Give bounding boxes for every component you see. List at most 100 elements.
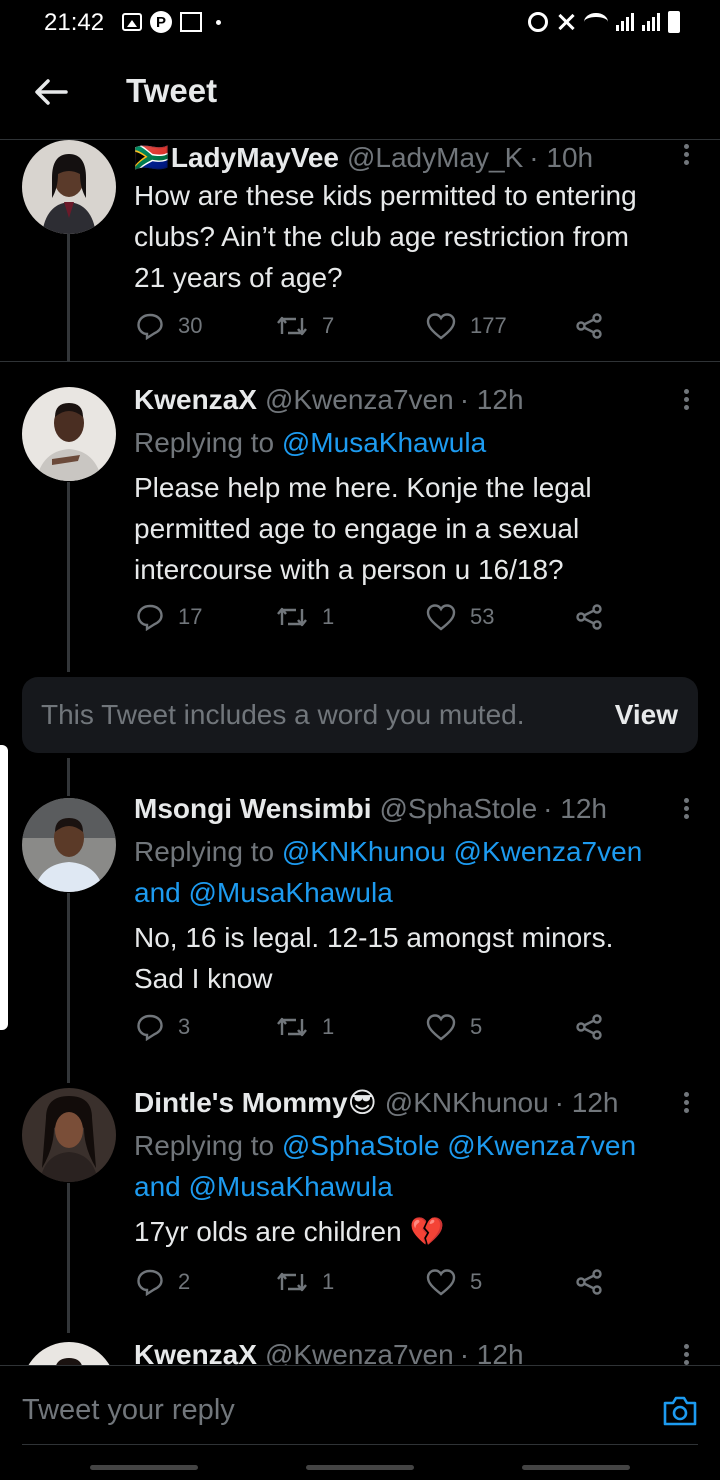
share-button[interactable]	[574, 1013, 604, 1041]
author-name[interactable]: KwenzaX	[134, 1342, 257, 1365]
nav-home-indicator[interactable]	[306, 1465, 414, 1470]
reply-button[interactable]: 2	[136, 1268, 190, 1296]
mention-link[interactable]: @SphaStole	[282, 1130, 440, 1161]
tweet-text-line: 17yr olds are children	[134, 1216, 402, 1247]
retweet-icon	[277, 607, 307, 627]
retweet-icon	[277, 1017, 307, 1037]
avatar[interactable]	[22, 140, 116, 234]
like-button[interactable]: 5	[426, 1013, 482, 1041]
share-button[interactable]	[574, 603, 604, 631]
tweet-time: · 12h	[543, 793, 607, 824]
status-time: 21:42	[44, 9, 105, 36]
tweet-time: · 12h	[459, 1342, 524, 1365]
reply-icon	[137, 604, 163, 631]
avatar[interactable]	[22, 798, 116, 892]
view-muted-button[interactable]: View	[615, 699, 678, 731]
retweet-button[interactable]: 7	[276, 312, 334, 340]
tweet-header: KwenzaX @Kwenza7ven · 12h	[134, 1342, 704, 1365]
replying-to-label: Replying to	[134, 427, 275, 458]
author-handle[interactable]: @Kwenza7ven	[265, 1342, 454, 1365]
like-button[interactable]: 5	[426, 1268, 482, 1296]
like-count: 53	[470, 604, 495, 629]
avatar[interactable]	[22, 1342, 116, 1365]
mention-link[interactable]: @KNKhunou	[282, 836, 446, 867]
avatar-photo-icon	[22, 798, 116, 892]
more-options-icon[interactable]	[684, 798, 690, 822]
author-name[interactable]: Dintle's Mommy	[134, 1088, 348, 1118]
share-button[interactable]	[574, 1268, 604, 1296]
notification-icons: P	[122, 10, 221, 34]
mention-link[interactable]: @MusaKhawula	[282, 427, 486, 458]
author-name[interactable]: KwenzaX	[134, 385, 257, 415]
retweet-button[interactable]: 1	[276, 1013, 334, 1041]
avatar[interactable]	[22, 387, 116, 481]
avatar[interactable]	[22, 1088, 116, 1182]
muted-notice-text: This Tweet includes a word you muted.	[41, 699, 525, 730]
tweet[interactable]: KwenzaX @Kwenza7ven · 12h Replying to @M…	[0, 385, 720, 677]
share-icon	[576, 604, 602, 630]
reply-button[interactable]: 30	[136, 312, 202, 340]
tweet-text: Please help me here. Konje the legal per…	[134, 467, 704, 590]
reply-icon	[137, 313, 163, 340]
mention-link[interactable]: @MusaKhawula	[189, 877, 393, 908]
tweet[interactable]: KwenzaX @Kwenza7ven · 12h	[0, 1342, 720, 1365]
tweet-text-line: clubs? Ain’t the club age restriction fr…	[134, 221, 629, 252]
replying-to: Replying to @SphaStole @Kwenza7ven and @…	[134, 1125, 704, 1207]
tweet-content: Msongi Wensimbi @SphaStole · 12h Replyin…	[134, 794, 704, 999]
author-handle[interactable]: @SphaStole	[380, 794, 538, 824]
mention-link[interactable]: @MusaKhawula	[189, 1171, 393, 1202]
retweet-icon	[277, 1272, 307, 1292]
more-options-icon[interactable]	[684, 389, 690, 413]
tweet[interactable]: Dintle's Mommy 😎 @KNKhunou · 12h Replyin…	[0, 1088, 720, 1318]
status-bar: 21:42 P	[0, 0, 720, 44]
top-app-bar: Tweet	[0, 44, 720, 140]
sunglasses-emoji: 😎	[347, 1087, 377, 1118]
tweet-content: 🇿🇦 LadyMayVee @LadyMay_K · 10h How are t…	[134, 143, 704, 298]
nav-recents-indicator[interactable]	[90, 1465, 198, 1470]
tweet[interactable]: Msongi Wensimbi @SphaStole · 12h Replyin…	[0, 794, 720, 1063]
more-options-icon[interactable]	[684, 1344, 690, 1365]
back-arrow-icon[interactable]	[30, 72, 70, 112]
mention-joiner: and	[134, 877, 181, 908]
reply-button[interactable]: 3	[136, 1013, 190, 1041]
more-options-icon[interactable]	[684, 1092, 690, 1116]
author-handle[interactable]: @LadyMay_K	[347, 143, 523, 173]
tweet-header: KwenzaX @Kwenza7ven · 12h	[134, 385, 704, 415]
tweet-content: Dintle's Mommy 😎 @KNKhunou · 12h Replyin…	[134, 1088, 704, 1252]
reply-icon	[137, 1269, 163, 1296]
author-name[interactable]: LadyMayVee	[171, 143, 339, 173]
tweet-time: · 12h	[554, 1087, 619, 1118]
reply-button[interactable]: 17	[136, 603, 202, 631]
retweet-button[interactable]: 1	[276, 1268, 334, 1296]
tweet[interactable]: 🇿🇦 LadyMayVee @LadyMay_K · 10h How are t…	[0, 140, 720, 362]
more-options-icon[interactable]	[684, 144, 690, 168]
like-button[interactable]: 53	[426, 603, 494, 631]
tweet-actions: 2 1 5	[134, 1268, 604, 1302]
reply-input[interactable]: Tweet your reply	[22, 1394, 235, 1427]
camera-icon[interactable]	[662, 1395, 698, 1427]
like-button[interactable]: 177	[426, 312, 507, 340]
heart-icon	[426, 313, 456, 340]
tweet-text-line: Sad I know	[134, 963, 273, 994]
reply-count: 2	[178, 1269, 191, 1294]
reply-count: 17	[178, 604, 203, 629]
author-handle[interactable]: @KNKhunou	[385, 1088, 549, 1118]
nav-back-indicator[interactable]	[522, 1465, 630, 1470]
retweet-button[interactable]: 1	[276, 603, 334, 631]
share-icon	[576, 1014, 602, 1040]
avatar-photo-icon	[22, 1342, 116, 1365]
author-handle[interactable]: @Kwenza7ven	[265, 385, 454, 415]
replying-to-label: Replying to	[134, 1130, 275, 1161]
composer-divider	[22, 1444, 698, 1445]
tweet-text-line: No, 16 is legal. 12-15 amongst minors.	[134, 922, 614, 953]
mention-link[interactable]: @Kwenza7ven	[454, 836, 643, 867]
reply-count: 3	[178, 1014, 191, 1039]
share-button[interactable]	[574, 312, 604, 340]
avatar-photo-icon	[22, 1088, 116, 1182]
tweet-time: · 12h	[459, 384, 524, 415]
author-name[interactable]: Msongi Wensimbi	[134, 794, 372, 824]
heart-icon	[426, 1014, 456, 1041]
mention-link[interactable]: @Kwenza7ven	[447, 1130, 636, 1161]
wifi-icon	[584, 13, 608, 31]
tweet-text: How are these kids permitted to entering…	[134, 175, 704, 298]
